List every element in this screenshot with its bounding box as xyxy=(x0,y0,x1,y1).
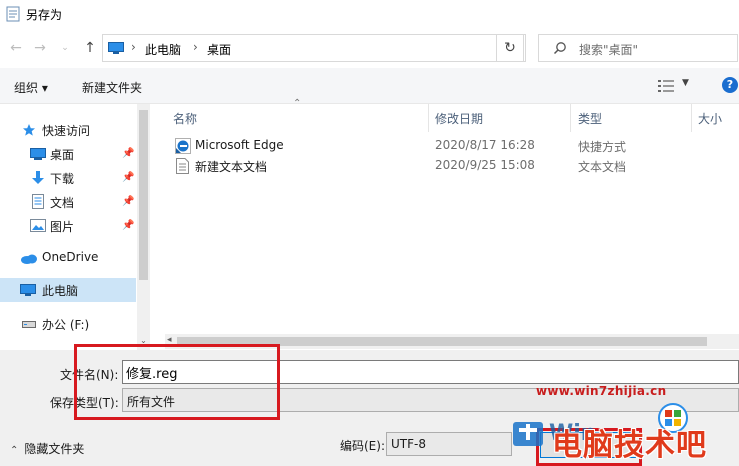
command-toolbar: 组织 ▾ 新建文件夹 ▼ ? xyxy=(0,68,739,104)
desktop-icon xyxy=(30,148,46,160)
hide-folders-label: 隐藏文件夹 xyxy=(24,442,85,456)
cloud-icon xyxy=(21,254,37,264)
column-header-size[interactable]: 大小 xyxy=(698,110,722,127)
watermark-url: www.win7zhijia.cn xyxy=(536,384,667,398)
encoding-value: UTF-8 xyxy=(391,437,426,451)
watermark-text: 电脑技术吧 xyxy=(552,428,707,463)
title-bar: 另存为 xyxy=(0,0,739,28)
search-placeholder: 搜索"桌面" xyxy=(579,43,639,57)
breadcrumb-this-pc[interactable]: 此电脑 xyxy=(145,41,181,58)
chevron-down-icon: ⌄ xyxy=(61,43,69,53)
scrollbar-thumb[interactable] xyxy=(139,110,148,280)
refresh-button[interactable]: ↻ xyxy=(496,34,524,62)
chevron-right-icon: › xyxy=(193,40,198,54)
arrow-right-icon: → xyxy=(34,40,46,56)
file-list: ⌃ 名称 修改日期 类型 大小 Microsoft Edge 2020/8/17… xyxy=(165,98,739,350)
nav-scrollbar[interactable]: ⌄ xyxy=(137,104,150,350)
navigation-row: ← → ⌄ ↑ › 此电脑 › 桌面 ⌄ ↻ 搜索"桌面" xyxy=(0,28,739,68)
edge-shortcut-icon xyxy=(175,138,191,154)
column-header-name[interactable]: 名称 xyxy=(173,110,197,127)
view-list-icon xyxy=(658,80,674,92)
search-icon xyxy=(553,42,566,55)
help-icon[interactable]: ? xyxy=(722,77,738,93)
column-header-date[interactable]: 修改日期 xyxy=(435,110,483,127)
refresh-icon: ↻ xyxy=(504,40,516,56)
encoding-label: 编码(E): xyxy=(340,439,385,453)
document-icon xyxy=(32,194,44,209)
text-file-icon xyxy=(176,158,189,174)
up-button[interactable]: ↑ xyxy=(80,38,100,58)
arrow-up-icon: ↑ xyxy=(84,40,96,56)
file-name: 新建文本文档 xyxy=(195,160,268,174)
nav-item-this-pc[interactable]: 此电脑 xyxy=(0,278,136,302)
nav-item-onedrive[interactable]: OneDrive xyxy=(0,246,136,270)
nav-item-desktop[interactable]: 桌面 📌 xyxy=(0,142,136,166)
window-title: 另存为 xyxy=(26,8,63,22)
navigation-pane: 快速访问 桌面 📌 下载 📌 文档 📌 图片 📌 OneDrive 此电脑 办公… xyxy=(0,104,150,350)
back-button[interactable]: ← xyxy=(6,38,26,58)
file-date: 2020/9/25 15:08 xyxy=(435,158,535,172)
file-type: 文本文档 xyxy=(578,160,627,174)
nav-item-label: 快速访问 xyxy=(42,124,91,138)
sort-ascending-icon: ⌃ xyxy=(293,98,302,109)
file-date: 2020/8/17 16:28 xyxy=(435,138,535,152)
organize-menu-button[interactable]: 组织 ▾ xyxy=(14,79,48,96)
chevron-right-icon: › xyxy=(131,40,136,54)
highlight-box xyxy=(74,344,280,420)
nav-item-documents[interactable]: 文档 📌 xyxy=(0,190,136,214)
drive-icon xyxy=(22,321,36,328)
pin-icon: 📌 xyxy=(122,220,135,231)
nav-item-label: 图片 xyxy=(50,220,75,234)
computer-icon xyxy=(108,42,124,54)
encoding-select[interactable]: UTF-8 xyxy=(386,432,512,456)
nav-item-downloads[interactable]: 下载 📌 xyxy=(0,166,136,190)
table-row[interactable]: 新建文本文档 2020/9/25 15:08 文本文档 xyxy=(165,156,739,176)
pin-icon: 📌 xyxy=(122,148,135,159)
nav-item-label: 桌面 xyxy=(50,148,75,162)
nav-item-label: OneDrive xyxy=(42,250,99,264)
nav-item-quick-access[interactable]: 快速访问 xyxy=(0,118,136,142)
arrow-left-icon: ← xyxy=(10,40,22,56)
column-divider[interactable] xyxy=(570,104,571,132)
picture-icon xyxy=(30,219,46,232)
search-input[interactable]: 搜索"桌面" xyxy=(538,34,738,62)
hide-folders-button[interactable]: ⌃ 隐藏文件夹 xyxy=(10,440,84,457)
recent-locations-button[interactable]: ⌄ xyxy=(58,38,72,58)
chevron-up-icon: ⌃ xyxy=(10,445,19,456)
column-divider[interactable] xyxy=(428,104,429,132)
notepad-icon xyxy=(6,6,20,22)
file-type: 快捷方式 xyxy=(578,140,627,154)
view-options-button[interactable]: ▼ xyxy=(656,77,692,95)
download-icon xyxy=(32,171,44,184)
nav-item-label: 文档 xyxy=(50,196,75,210)
computer-icon xyxy=(20,284,36,296)
nav-item-drive-f[interactable]: 办公 (F:) xyxy=(0,312,136,336)
nav-item-pictures[interactable]: 图片 📌 xyxy=(0,214,136,238)
forward-button[interactable]: → xyxy=(30,38,50,58)
column-divider[interactable] xyxy=(691,104,692,132)
column-header-type[interactable]: 类型 xyxy=(578,110,602,127)
pin-icon: 📌 xyxy=(122,196,135,207)
new-folder-button[interactable]: 新建文件夹 xyxy=(82,79,142,96)
star-icon xyxy=(23,124,35,136)
table-row[interactable]: Microsoft Edge 2020/8/17 16:28 快捷方式 xyxy=(165,136,739,156)
nav-item-label: 下载 xyxy=(50,172,75,186)
pin-icon: 📌 xyxy=(122,172,135,183)
breadcrumb-desktop[interactable]: 桌面 xyxy=(207,41,231,58)
nav-item-label: 此电脑 xyxy=(42,284,79,298)
file-name: Microsoft Edge xyxy=(195,138,284,152)
chevron-down-icon: ▼ xyxy=(682,78,689,88)
address-bar[interactable]: › 此电脑 › 桌面 ⌄ xyxy=(102,34,577,62)
nav-item-label: 办公 (F:) xyxy=(42,318,90,332)
